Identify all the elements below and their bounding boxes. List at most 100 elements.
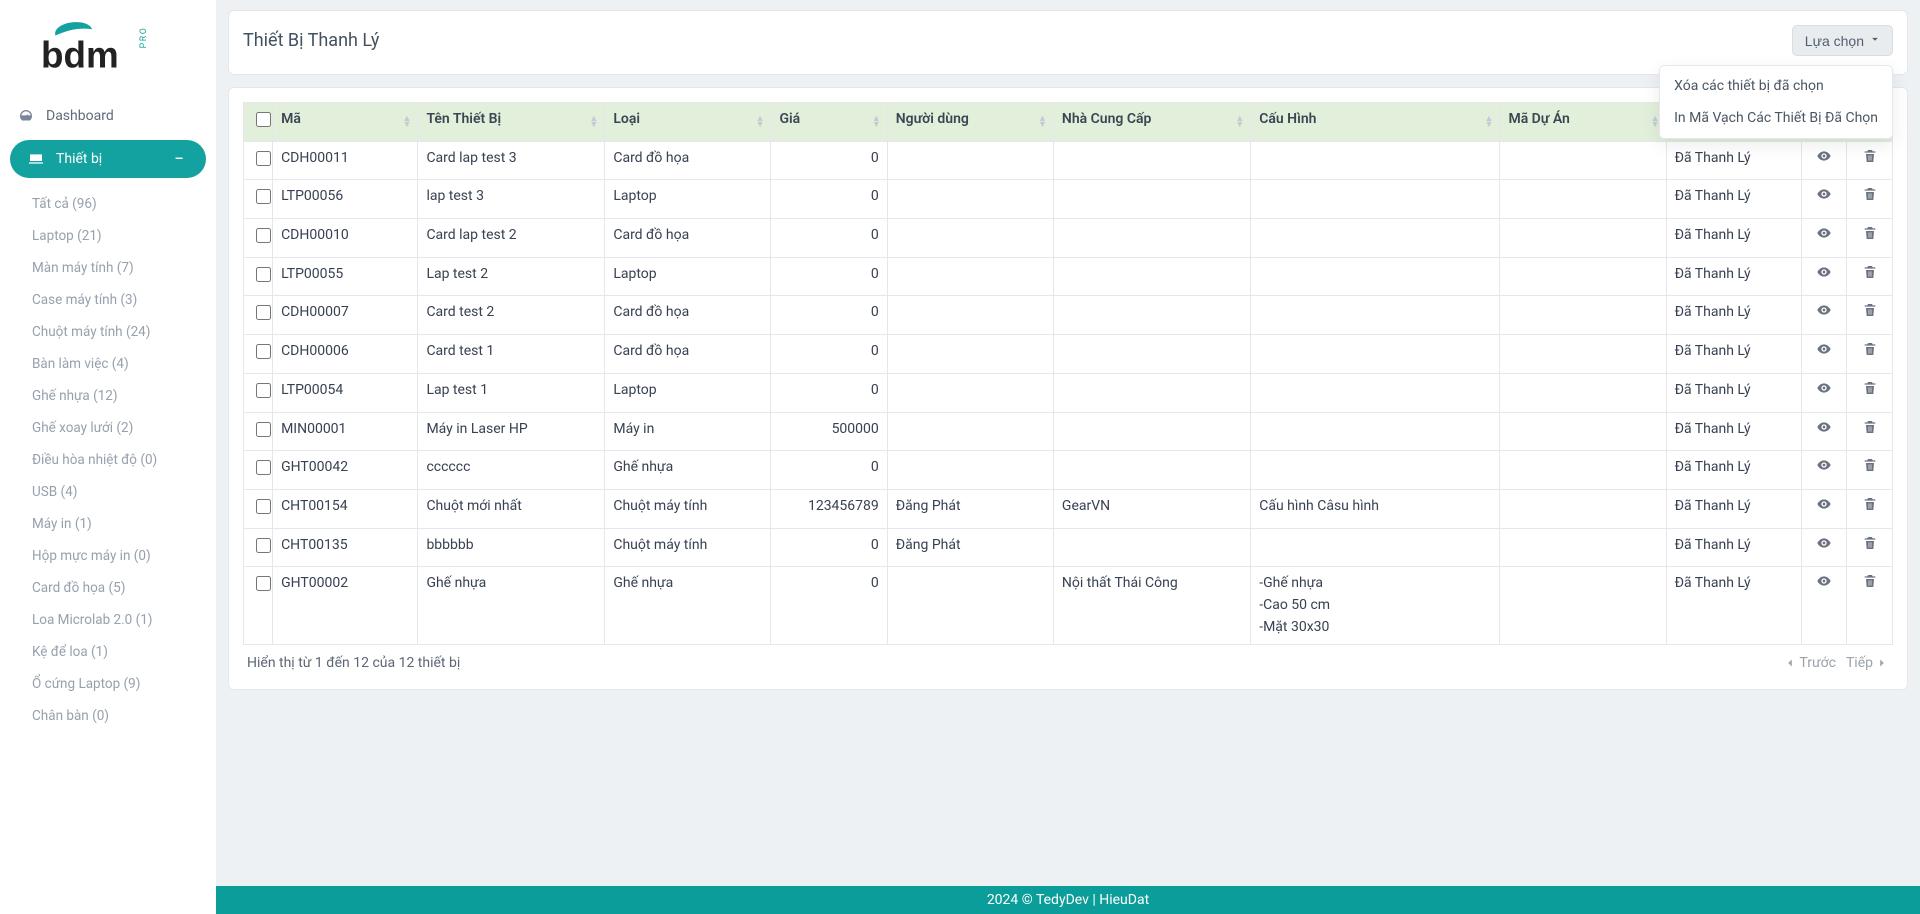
cell-status: Đã Thanh Lý <box>1666 219 1801 258</box>
view-icon[interactable] <box>1816 457 1832 473</box>
view-icon[interactable] <box>1816 225 1832 241</box>
cell-type: Laptop <box>605 257 771 296</box>
nav-thiet-bi[interactable]: Thiết bị – <box>10 140 206 178</box>
category-item[interactable]: USB (4) <box>0 476 216 508</box>
header-name[interactable]: Tên Thiết Bị▲▼ <box>418 103 605 142</box>
header-vendor[interactable]: Nhà Cung Cấp▲▼ <box>1053 103 1250 142</box>
category-item[interactable]: Bàn làm việc (4) <box>0 348 216 380</box>
cell-code: CDH00010 <box>273 219 418 258</box>
trash-icon[interactable] <box>1862 573 1878 589</box>
trash-icon[interactable] <box>1862 148 1878 164</box>
category-item[interactable]: Laptop (21) <box>0 220 216 252</box>
trash-icon[interactable] <box>1862 264 1878 280</box>
category-item[interactable]: Chuột máy tính (24) <box>0 316 216 348</box>
row-select-cell[interactable] <box>244 180 273 219</box>
trash-icon[interactable] <box>1862 496 1878 512</box>
row-checkbox[interactable] <box>256 228 271 243</box>
category-item[interactable]: Loa Microlab 2.0 (1) <box>0 604 216 636</box>
cell-type: Máy in <box>605 412 771 451</box>
row-select-cell[interactable] <box>244 257 273 296</box>
nav-dashboard[interactable]: Dashboard <box>0 98 216 134</box>
trash-icon[interactable] <box>1862 419 1878 435</box>
cell-price: 500000 <box>771 412 887 451</box>
header-select-all[interactable] <box>244 103 273 142</box>
row-select-cell[interactable] <box>244 219 273 258</box>
row-checkbox[interactable] <box>256 460 271 475</box>
cell-name: Card test 2 <box>418 296 605 335</box>
trash-icon[interactable] <box>1862 380 1878 396</box>
category-item[interactable]: Màn máy tính (7) <box>0 252 216 284</box>
category-item[interactable]: Kệ để loa (1) <box>0 636 216 668</box>
row-checkbox[interactable] <box>256 499 271 514</box>
header-config[interactable]: Cấu Hình▲▼ <box>1251 103 1500 142</box>
trash-icon[interactable] <box>1862 535 1878 551</box>
cell-price: 0 <box>771 141 887 180</box>
nav-dashboard-label: Dashboard <box>46 108 114 124</box>
trash-icon[interactable] <box>1862 302 1878 318</box>
pager-next[interactable]: Tiếp <box>1846 655 1889 671</box>
view-icon[interactable] <box>1816 573 1832 589</box>
cell-status: Đã Thanh Lý <box>1666 141 1801 180</box>
row-checkbox[interactable] <box>256 576 271 591</box>
row-checkbox[interactable] <box>256 189 271 204</box>
row-select-cell[interactable] <box>244 412 273 451</box>
footer-text: 2024 © TedyDev | HieuDat <box>987 892 1149 908</box>
category-item[interactable]: Case máy tính (3) <box>0 284 216 316</box>
row-checkbox[interactable] <box>256 422 271 437</box>
trash-icon[interactable] <box>1862 225 1878 241</box>
view-icon[interactable] <box>1816 535 1832 551</box>
select-dropdown-button[interactable]: Lựa chọn <box>1792 25 1893 56</box>
category-item[interactable]: Máy in (1) <box>0 508 216 540</box>
row-select-cell[interactable] <box>244 528 273 567</box>
row-checkbox[interactable] <box>256 383 271 398</box>
category-item[interactable]: Chân bàn (0) <box>0 700 216 732</box>
view-icon[interactable] <box>1816 380 1832 396</box>
trash-icon[interactable] <box>1862 457 1878 473</box>
trash-icon[interactable] <box>1862 186 1878 202</box>
row-select-cell[interactable] <box>244 373 273 412</box>
row-checkbox[interactable] <box>256 538 271 553</box>
row-select-cell[interactable] <box>244 567 273 645</box>
header-price[interactable]: Giá▲▼ <box>771 103 887 142</box>
category-item[interactable]: Tất cả (96) <box>0 188 216 220</box>
cell-name: lap test 3 <box>418 180 605 219</box>
row-checkbox[interactable] <box>256 305 271 320</box>
cell-name: Máy in Laser HP <box>418 412 605 451</box>
category-list: Tất cả (96)Laptop (21)Màn máy tính (7)Ca… <box>0 188 216 738</box>
view-icon[interactable] <box>1816 419 1832 435</box>
menu-print-barcode[interactable]: In Mã Vạch Các Thiết Bị Đã Chọn <box>1660 102 1892 134</box>
category-item[interactable]: Điều hòa nhiệt độ (0) <box>0 444 216 476</box>
header-type[interactable]: Loại▲▼ <box>605 103 771 142</box>
cell-delete <box>1847 373 1893 412</box>
row-select-cell[interactable] <box>244 296 273 335</box>
row-select-cell[interactable] <box>244 141 273 180</box>
cell-vendor: Nội thất Thái Công <box>1053 567 1250 645</box>
category-item[interactable]: Hộp mực máy in (0) <box>0 540 216 572</box>
view-icon[interactable] <box>1816 341 1832 357</box>
cell-vendor <box>1053 219 1250 258</box>
view-icon[interactable] <box>1816 302 1832 318</box>
row-checkbox[interactable] <box>256 151 271 166</box>
view-icon[interactable] <box>1816 148 1832 164</box>
header-user[interactable]: Người dùng▲▼ <box>887 103 1053 142</box>
row-select-cell[interactable] <box>244 335 273 374</box>
trash-icon[interactable] <box>1862 341 1878 357</box>
pager-prev[interactable]: Trước <box>1783 655 1836 671</box>
category-item[interactable]: Ghế nhựa (12) <box>0 380 216 412</box>
category-item[interactable]: Card đồ họa (5) <box>0 572 216 604</box>
row-checkbox[interactable] <box>256 267 271 282</box>
select-all-checkbox[interactable] <box>256 112 271 127</box>
view-icon[interactable] <box>1816 496 1832 512</box>
row-checkbox[interactable] <box>256 344 271 359</box>
row-select-cell[interactable] <box>244 451 273 490</box>
category-item[interactable]: Ghế xoay lưới (2) <box>0 412 216 444</box>
header-project[interactable]: Mã Dự Án▲▼ <box>1500 103 1666 142</box>
view-icon[interactable] <box>1816 186 1832 202</box>
row-select-cell[interactable] <box>244 489 273 528</box>
menu-delete-selected[interactable]: Xóa các thiết bị đã chọn <box>1660 70 1892 102</box>
header-code[interactable]: Mã▲▼ <box>273 103 418 142</box>
category-item[interactable]: Ổ cứng Laptop (9) <box>0 668 216 700</box>
cell-project <box>1500 219 1666 258</box>
view-icon[interactable] <box>1816 264 1832 280</box>
cell-status: Đã Thanh Lý <box>1666 528 1801 567</box>
